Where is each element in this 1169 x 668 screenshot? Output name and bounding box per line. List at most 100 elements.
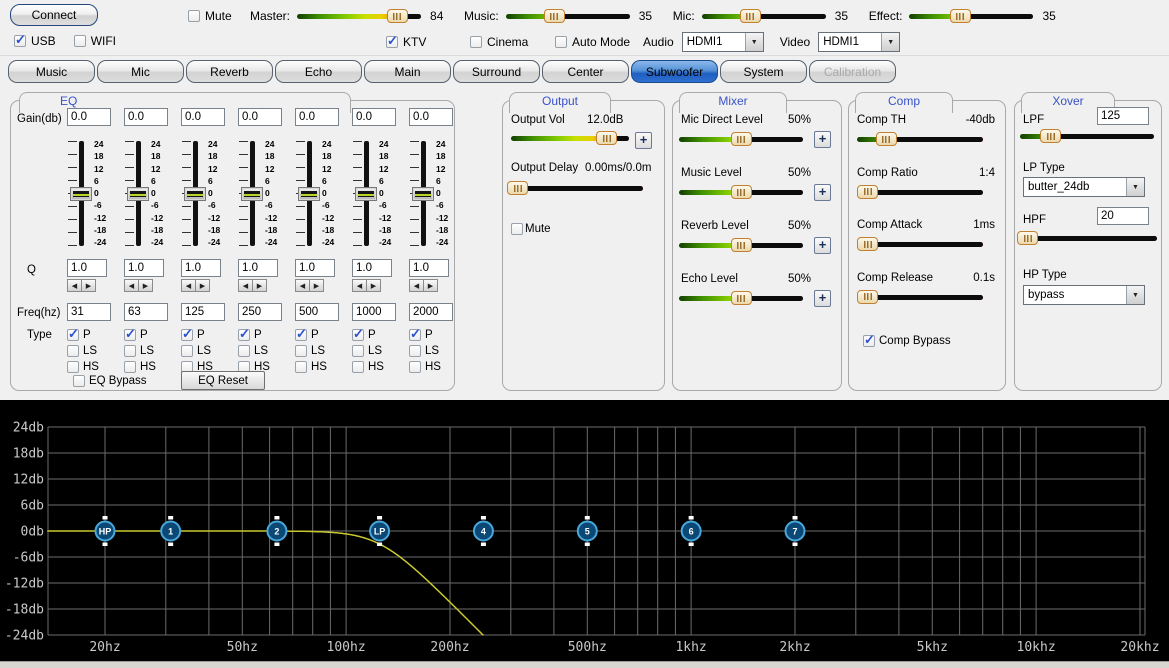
eq-type-hs-checkbox[interactable] [409,361,421,373]
tab-reverb[interactable]: Reverb [186,60,273,83]
mixer-plus-button[interactable]: + [814,131,831,148]
lpf-slider[interactable] [1020,129,1154,143]
eq-q-input[interactable] [181,259,221,277]
eq-type-p-checkbox[interactable] [181,329,193,341]
eq-type-ls-checkbox[interactable] [67,345,79,357]
eq-gain-input[interactable] [352,108,396,126]
slider-handle[interactable] [412,187,434,201]
volume-slider[interactable] [702,9,826,23]
eq-q-input[interactable] [295,259,335,277]
eq-type-ls-checkbox[interactable] [295,345,307,357]
eq-type-hs-checkbox[interactable] [352,361,364,373]
eq-type-hs-checkbox[interactable] [295,361,307,373]
eq-freq-input[interactable] [124,303,168,321]
eq-slider-zone[interactable] [67,141,94,246]
eq-slider-zone[interactable] [352,141,379,246]
eq-type-hs-row[interactable]: HS [409,359,441,374]
band-marker-4[interactable]: 4 [474,516,493,546]
tab-surround[interactable]: Surround [453,60,540,83]
eq-q-input[interactable] [352,259,392,277]
eq-slider-zone[interactable] [124,141,151,246]
slider-handle[interactable] [507,181,528,195]
spinner-right-button[interactable]: ▶ [81,279,96,292]
tab-main[interactable]: Main [364,60,451,83]
slider-handle[interactable] [731,185,752,199]
eq-gain-input[interactable] [67,108,111,126]
video-source-select[interactable]: HDMI1 ▼ [818,32,900,52]
eq-type-p-row[interactable]: P [352,327,376,342]
hp-type-dropdown-button[interactable]: ▼ [1126,286,1144,304]
slider-handle[interactable] [857,185,878,199]
auto-mode-checkbox[interactable] [555,36,567,48]
spinner-left-button[interactable]: ◀ [124,279,139,292]
eq-type-p-row[interactable]: P [295,327,319,342]
eq-slider-zone[interactable] [181,141,208,246]
mixer-level-slider[interactable] [679,185,803,199]
spinner-right-button[interactable]: ▶ [138,279,153,292]
band-marker-2[interactable]: 2 [267,516,286,546]
slider-handle[interactable] [876,132,897,146]
eq-gain-slider[interactable]: 24181260-6-12-18-24 [124,141,163,246]
slider-handle[interactable] [596,131,617,145]
eq-q-input[interactable] [67,259,107,277]
eq-gain-slider[interactable]: 24181260-6-12-18-24 [67,141,106,246]
eq-reset-button[interactable]: EQ Reset [181,371,265,390]
hpf-slider[interactable] [1017,231,1157,245]
wifi-checkbox[interactable] [74,35,86,47]
spinner-left-button[interactable]: ◀ [238,279,253,292]
eq-type-ls-checkbox[interactable] [238,345,250,357]
eq-type-p-row[interactable]: P [124,327,148,342]
eq-type-p-checkbox[interactable] [352,329,364,341]
spinner-right-button[interactable]: ▶ [366,279,381,292]
eq-slider-zone[interactable] [295,141,322,246]
eq-gain-input[interactable] [409,108,453,126]
band-marker-6[interactable]: 6 [682,516,701,546]
eq-type-ls-row[interactable]: LS [238,343,268,358]
lp-type-select[interactable]: butter_24db ▼ [1023,177,1145,197]
eq-freq-input[interactable] [181,303,225,321]
eq-gain-slider[interactable]: 24181260-6-12-18-24 [352,141,391,246]
video-dropdown-button[interactable]: ▼ [881,33,899,51]
eq-freq-input[interactable] [409,303,453,321]
band-marker-7[interactable]: 7 [786,516,805,546]
band-marker-1[interactable]: 1 [161,516,180,546]
cinema-checkbox[interactable] [470,36,482,48]
usb-checkbox-row[interactable]: USB [14,34,56,48]
eq-freq-input[interactable] [352,303,396,321]
eq-type-hs-row[interactable]: HS [67,359,99,374]
eq-type-p-checkbox[interactable] [295,329,307,341]
spinner-left-button[interactable]: ◀ [67,279,82,292]
band-marker-5[interactable]: 5 [578,516,597,546]
slider-handle[interactable] [241,187,263,201]
spinner-right-button[interactable]: ▶ [423,279,438,292]
volume-slider[interactable] [909,9,1033,23]
eq-gain-input[interactable] [181,108,225,126]
slider-handle[interactable] [387,9,408,23]
spinner-right-button[interactable]: ▶ [309,279,324,292]
eq-slider-zone[interactable] [409,141,436,246]
hpf-freq-input[interactable] [1097,207,1149,225]
frequency-response-chart[interactable]: 24db18db12db6db0db-6db-12db-18db-24db20h… [0,400,1169,661]
comp-param-slider[interactable] [857,237,983,251]
output-delay-slider[interactable] [507,181,643,195]
spinner-right-button[interactable]: ▶ [195,279,210,292]
mixer-plus-button[interactable]: + [814,237,831,254]
tab-mic[interactable]: Mic [97,60,184,83]
spinner-left-button[interactable]: ◀ [181,279,196,292]
eq-type-hs-row[interactable]: HS [352,359,384,374]
volume-slider[interactable] [297,9,421,23]
mixer-level-slider[interactable] [679,238,803,252]
band-marker-hp[interactable]: HP [96,516,115,546]
comp-bypass-row[interactable]: Comp Bypass [863,333,951,348]
eq-type-ls-checkbox[interactable] [124,345,136,357]
tab-center[interactable]: Center [542,60,629,83]
eq-type-ls-row[interactable]: LS [181,343,211,358]
lpf-freq-input[interactable] [1097,107,1149,125]
lp-type-dropdown-button[interactable]: ▼ [1126,178,1144,196]
wifi-checkbox-row[interactable]: WIFI [74,34,116,48]
tab-system[interactable]: System [720,60,807,83]
comp-param-slider[interactable] [857,185,983,199]
slider-handle[interactable] [127,187,149,201]
tab-music[interactable]: Music [8,60,95,83]
spinner-right-button[interactable]: ▶ [252,279,267,292]
